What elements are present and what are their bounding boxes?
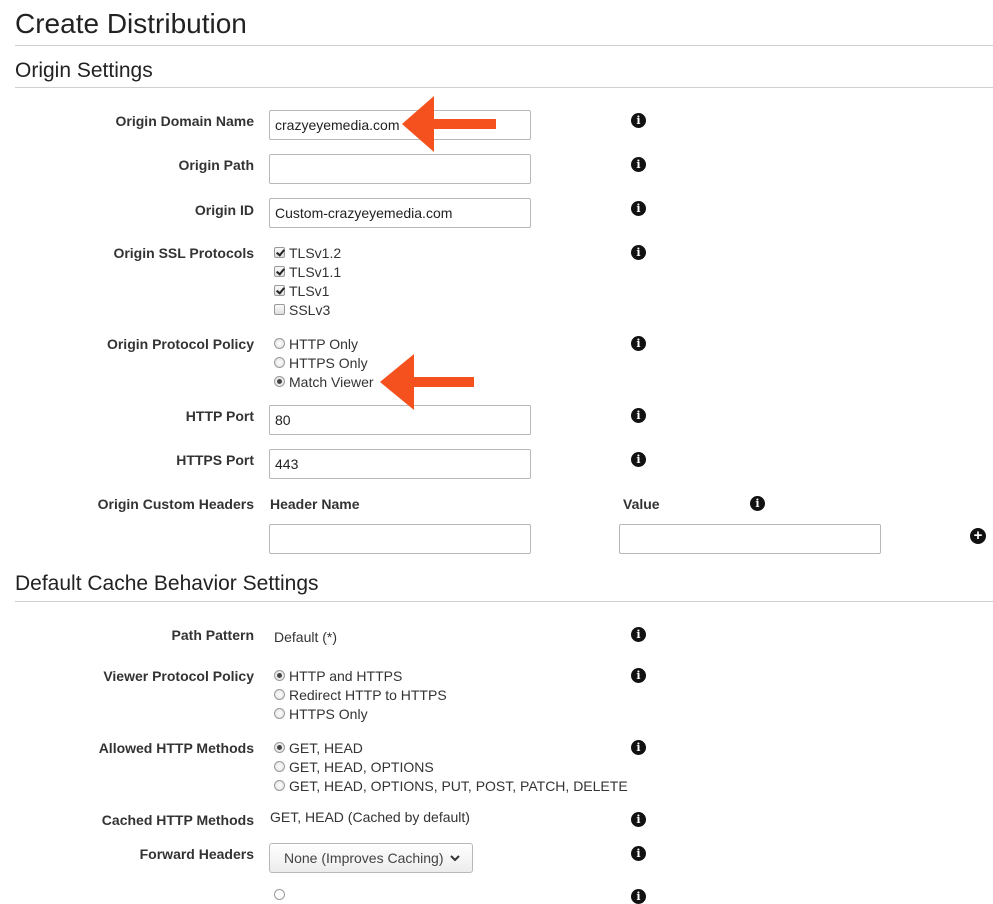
header-name-input[interactable] — [269, 524, 531, 554]
methods-option-all[interactable]: GET, HEAD, OPTIONS, PUT, POST, PATCH, DE… — [274, 776, 628, 795]
methods-option-get-head[interactable]: GET, HEAD — [274, 738, 363, 757]
origin-path-label: Origin Path — [178, 157, 254, 173]
ssl-option-tlsv12[interactable]: TLSv1.2 — [274, 243, 341, 262]
https-port-label: HTTPS Port — [176, 452, 254, 468]
all-methods-radio[interactable] — [274, 780, 285, 791]
origin-ssl-protocols-label: Origin SSL Protocols — [113, 245, 254, 261]
forward-headers-info-icon[interactable]: i — [631, 846, 646, 861]
path-pattern-info-icon[interactable]: i — [631, 627, 646, 642]
viewer-https-only-radio[interactable] — [274, 708, 285, 719]
origin-domain-name-label: Origin Domain Name — [115, 113, 254, 129]
methods-option-label: GET, HEAD, OPTIONS, PUT, POST, PATCH, DE… — [289, 777, 628, 794]
origin-path-info-icon[interactable]: i — [631, 157, 646, 172]
ssl-option-label: TLSv1.1 — [289, 263, 342, 280]
next-row-radio[interactable] — [274, 889, 285, 900]
ssl-option-tlsv11[interactable]: TLSv1.1 — [274, 262, 341, 281]
tlsv11-checkbox[interactable] — [274, 266, 285, 277]
origin-protocol-policy-label: Origin Protocol Policy — [106, 336, 254, 352]
origin-settings-divider — [15, 87, 993, 88]
methods-option-label: GET, HEAD, OPTIONS — [289, 758, 434, 775]
header-value-column-label: Value — [623, 496, 660, 512]
origin-ssl-protocols-info-icon[interactable]: i — [631, 245, 646, 260]
origin-id-info-icon[interactable]: i — [631, 201, 646, 216]
forward-headers-select[interactable]: None (Improves Caching) — [269, 843, 473, 873]
forward-headers-label: Forward Headers — [139, 846, 254, 862]
methods-option-label: GET, HEAD — [289, 739, 363, 756]
forward-headers-selected-value: None (Improves Caching) — [284, 850, 444, 866]
title-divider — [15, 45, 993, 46]
chevron-down-icon — [449, 855, 460, 862]
ssl-option-label: TLSv1 — [289, 282, 330, 299]
viewer-option-label: HTTPS Only — [289, 705, 368, 722]
page-title: Create Distribution — [15, 8, 247, 39]
add-header-plus-icon[interactable]: + — [970, 528, 986, 544]
viewer-protocol-policy-info-icon[interactable]: i — [631, 668, 646, 683]
get-head-options-radio[interactable] — [274, 761, 285, 772]
get-head-radio[interactable] — [274, 742, 285, 753]
https-port-input[interactable] — [269, 449, 531, 479]
protocol-option-match-viewer[interactable]: Match Viewer — [274, 372, 374, 391]
match-viewer-radio[interactable] — [274, 376, 285, 387]
ssl-option-sslv3[interactable]: SSLv3 — [274, 300, 330, 319]
http-port-info-icon[interactable]: i — [631, 408, 646, 423]
methods-option-get-head-options[interactable]: GET, HEAD, OPTIONS — [274, 757, 434, 776]
path-pattern-value: Default (*) — [274, 629, 338, 645]
allowed-methods-label: Allowed HTTP Methods — [98, 740, 254, 756]
redirect-radio[interactable] — [274, 689, 285, 700]
annotation-arrow-domain — [402, 96, 496, 152]
https-only-radio[interactable] — [274, 357, 285, 368]
protocol-option-label: HTTPS Only — [289, 354, 368, 371]
origin-protocol-policy-info-icon[interactable]: i — [631, 336, 646, 351]
header-name-column-label: Header Name — [270, 496, 360, 512]
cache-behavior-divider — [15, 601, 993, 602]
protocol-option-label: Match Viewer — [289, 373, 374, 390]
http-port-label: HTTP Port — [185, 408, 254, 424]
http-and-https-radio[interactable] — [274, 670, 285, 681]
cached-methods-label: Cached HTTP Methods — [101, 812, 254, 828]
ssl-option-label: SSLv3 — [289, 301, 331, 318]
annotation-arrow-match-viewer — [380, 354, 474, 410]
origin-settings-heading: Origin Settings — [15, 59, 153, 82]
ssl-option-tlsv1[interactable]: TLSv1 — [274, 281, 329, 300]
allowed-methods-info-icon[interactable]: i — [631, 740, 646, 755]
next-row-info-icon[interactable]: i — [631, 889, 646, 904]
protocol-option-label: HTTP Only — [289, 335, 358, 352]
custom-headers-info-icon[interactable]: i — [750, 496, 765, 511]
viewer-protocol-policy-label: Viewer Protocol Policy — [103, 668, 254, 684]
path-pattern-label: Path Pattern — [171, 627, 254, 643]
tlsv1-checkbox[interactable] — [274, 285, 285, 296]
origin-id-label: Origin ID — [194, 202, 254, 218]
ssl-option-label: TLSv1.2 — [289, 244, 342, 261]
http-only-radio[interactable] — [274, 338, 285, 349]
tlsv12-checkbox[interactable] — [274, 247, 285, 258]
viewer-option-redirect[interactable]: Redirect HTTP to HTTPS — [274, 685, 447, 704]
viewer-option-label: HTTP and HTTPS — [289, 667, 403, 684]
origin-path-input[interactable] — [269, 154, 531, 184]
origin-id-input[interactable] — [269, 198, 531, 228]
protocol-option-http-only[interactable]: HTTP Only — [274, 334, 358, 353]
header-value-input[interactable] — [619, 524, 881, 554]
cache-behavior-heading: Default Cache Behavior Settings — [15, 572, 319, 595]
viewer-option-http-and-https[interactable]: HTTP and HTTPS — [274, 666, 402, 685]
protocol-option-https-only[interactable]: HTTPS Only — [274, 353, 368, 372]
cached-methods-value: GET, HEAD (Cached by default) — [270, 809, 470, 825]
viewer-option-label: Redirect HTTP to HTTPS — [289, 686, 447, 703]
sslv3-checkbox[interactable] — [274, 304, 285, 315]
https-port-info-icon[interactable]: i — [631, 452, 646, 467]
origin-custom-headers-label: Origin Custom Headers — [97, 496, 254, 512]
viewer-option-https-only[interactable]: HTTPS Only — [274, 704, 368, 723]
cached-methods-info-icon[interactable]: i — [631, 812, 646, 827]
origin-domain-name-info-icon[interactable]: i — [631, 113, 646, 128]
